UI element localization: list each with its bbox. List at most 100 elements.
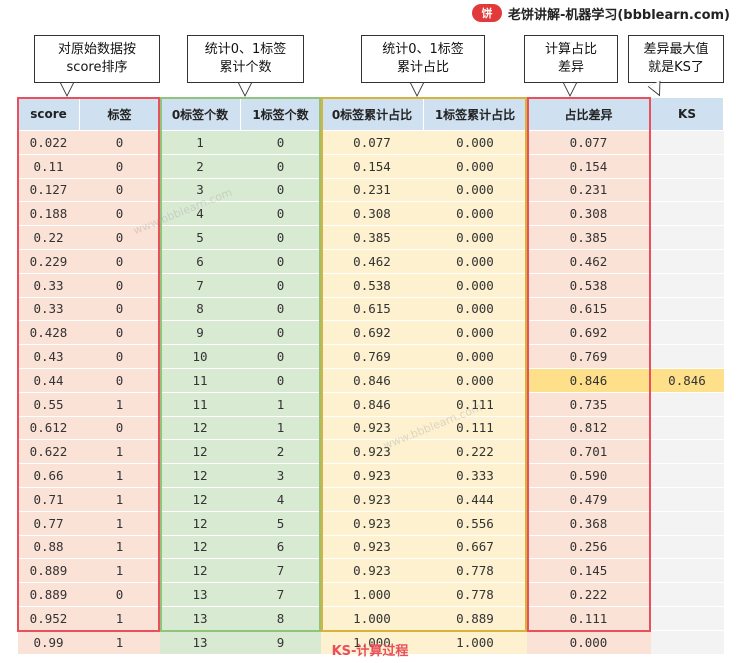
header-cumratio0: 0标签累计占比 [320,97,424,131]
cell-cumratio1: 0.000 [423,201,527,227]
table-row: 0.889 1 12 7 0.923 0.778 0.145 [17,558,724,584]
cell-count0: 8 [159,297,241,322]
cell-ks [650,439,724,465]
cell-diff: 0.590 [526,463,651,488]
cell-diff: 0.812 [526,416,651,441]
cell-cumratio0: 0.923 [320,463,424,488]
table-row: 0.33 0 8 0 0.615 0.000 0.615 [17,297,724,322]
cell-count1: 0 [240,201,321,227]
cell-cumratio0: 0.154 [320,154,424,179]
cell-cumratio1: 0.000 [423,297,527,322]
cell-label: 0 [79,130,160,155]
cell-diff: 0.256 [526,535,651,560]
cell-diff: 0.231 [526,178,651,203]
cell-score: 0.66 [17,463,80,488]
cell-count0: 13 [159,582,241,607]
cell-label: 1 [79,439,160,465]
cell-ks [650,511,724,536]
cell-ks [650,344,724,369]
cell-diff: 0.385 [526,225,651,250]
cell-score: 0.43 [17,344,80,369]
cell-label: 0 [79,344,160,369]
cell-cumratio1: 0.000 [423,273,527,298]
header-diff: 占比差异 [526,97,651,131]
cell-diff: 0.538 [526,273,651,298]
header-score: score [17,97,80,131]
table-row: 0.33 0 7 0 0.538 0.000 0.538 [17,273,724,298]
cell-count0: 12 [159,416,241,441]
cell-ks [650,606,724,631]
cell-ks [650,225,724,250]
table-row: 0.188 0 4 0 0.308 0.000 0.308 [17,201,724,227]
cell-cumratio1: 0.667 [423,535,527,560]
header-row: score 标签 0标签个数 1标签个数 0标签累计占比 1标签累计占比 占比差… [17,97,724,131]
header-label: 标签 [79,97,160,131]
cell-count0: 12 [159,439,241,465]
cell-count1: 6 [240,535,321,560]
cell-count1: 2 [240,439,321,465]
cell-ks [650,487,724,512]
cell-cumratio0: 0.923 [320,416,424,441]
cell-label: 1 [79,535,160,560]
cell-ks [650,201,724,227]
cell-count1: 0 [240,249,321,274]
table-row: 0.22 0 5 0 0.385 0.000 0.385 [17,225,724,250]
cell-count1: 0 [240,154,321,179]
callout-sort-tail [60,83,74,97]
brand: 饼 老饼讲解-机器学习(bbblearn.com) [471,3,730,23]
cell-cumratio0: 0.769 [320,344,424,369]
cell-diff: 0.308 [526,201,651,227]
cell-cumratio1: 0.000 [423,368,527,393]
cell-count0: 12 [159,487,241,512]
table-row: 0.71 1 12 4 0.923 0.444 0.479 [17,487,724,512]
cell-score: 0.612 [17,416,80,441]
table-body: 0.022 0 1 0 0.077 0.000 0.077 0.11 0 2 0 0.154 0.000… [17,130,724,655]
cell-label: 1 [79,392,160,417]
cell-ks [650,320,724,346]
cell-cumratio0: 1.000 [320,582,424,607]
cell-label: 0 [79,582,160,607]
cell-score: 0.22 [17,225,80,250]
cell-count1: 0 [240,130,321,155]
callout-ks: 差异最大值 就是KS了 [628,35,724,83]
cell-cumratio0: 0.923 [320,511,424,536]
table-row: 0.88 1 12 6 0.923 0.667 0.256 [17,535,724,560]
cell-cumratio1: 0.778 [423,558,527,584]
cell-cumratio1: 0.111 [423,392,527,417]
cell-count1: 4 [240,487,321,512]
cell-cumratio1: 0.000 [423,178,527,203]
cell-cumratio1: 0.556 [423,511,527,536]
cell-ks: 0.846 [650,368,724,393]
cell-diff: 0.368 [526,511,651,536]
cell-cumratio0: 0.231 [320,178,424,203]
callout-count-tail [238,83,252,97]
cell-cumratio0: 0.385 [320,225,424,250]
cell-label: 0 [79,225,160,250]
cell-label: 1 [79,606,160,631]
cell-diff: 0.145 [526,558,651,584]
callout-diff: 计算占比 差异 [524,35,618,83]
cell-count1: 7 [240,582,321,607]
cell-count0: 13 [159,606,241,631]
header-count0: 0标签个数 [159,97,241,131]
cell-count1: 5 [240,511,321,536]
cell-label: 0 [79,154,160,179]
cell-count1: 0 [240,320,321,346]
header-cumratio1: 1标签累计占比 [423,97,527,131]
cell-count0: 12 [159,535,241,560]
cell-ks [650,582,724,607]
cell-cumratio0: 0.846 [320,392,424,417]
cell-count0: 9 [159,320,241,346]
table-row: 0.43 0 10 0 0.769 0.000 0.769 [17,344,724,369]
table-row: 0.229 0 6 0 0.462 0.000 0.462 [17,249,724,274]
cell-label: 0 [79,416,160,441]
cell-count0: 5 [159,225,241,250]
cell-cumratio1: 0.000 [423,344,527,369]
cell-count0: 1 [159,130,241,155]
cell-score: 0.33 [17,297,80,322]
cell-cumratio1: 0.000 [423,130,527,155]
cell-cumratio0: 0.692 [320,320,424,346]
cell-diff: 0.222 [526,582,651,607]
cell-diff: 0.077 [526,130,651,155]
cell-ks [650,297,724,322]
